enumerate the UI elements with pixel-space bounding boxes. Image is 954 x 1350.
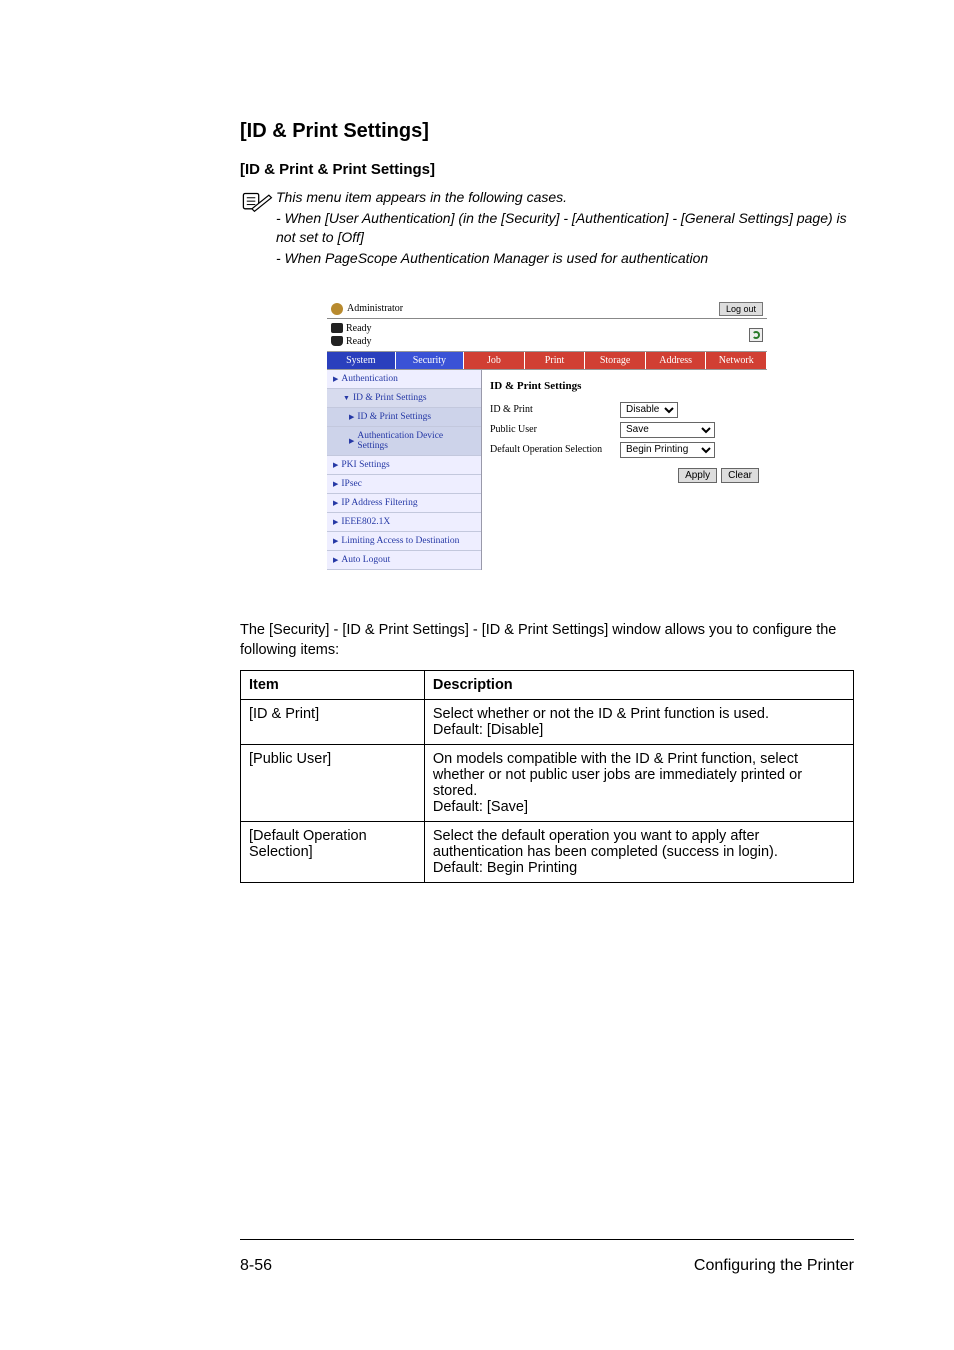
note-line: This menu item appears in the following … xyxy=(276,188,854,207)
th-description: Description xyxy=(424,671,853,700)
sidebar-item-pki-settings[interactable]: PKI Settings xyxy=(327,456,481,475)
sidebar-item-authentication[interactable]: Authentication xyxy=(327,370,481,389)
note-line: - When PageScope Authentication Manager … xyxy=(276,249,854,268)
sidebar-item-limiting-access[interactable]: Limiting Access to Destination xyxy=(327,532,481,551)
apply-button[interactable]: Apply xyxy=(678,468,717,483)
cell-desc: On models compatible with the ID & Print… xyxy=(424,745,853,822)
clear-button[interactable]: Clear xyxy=(721,468,759,483)
logout-button[interactable]: Log out xyxy=(719,302,763,316)
select-public-user[interactable]: Save xyxy=(620,422,715,438)
sidebar-item-ieee8021x[interactable]: IEEE802.1X xyxy=(327,513,481,532)
header-user-label: Administrator xyxy=(347,303,403,314)
tab-network[interactable]: Network xyxy=(706,352,767,369)
cell-desc: Select the default operation you want to… xyxy=(424,822,853,883)
table-row: [ID & Print] Select whether or not the I… xyxy=(241,700,854,745)
note-text: This menu item appears in the following … xyxy=(276,188,854,270)
select-default-op[interactable]: Begin Printing xyxy=(620,442,715,458)
select-idprint[interactable]: Disable xyxy=(620,402,678,418)
status-text: Ready xyxy=(346,335,372,348)
status-text: Ready xyxy=(346,322,372,335)
cell-desc: Select whether or not the ID & Print fun… xyxy=(424,700,853,745)
sidebar-item-id-print-settings[interactable]: ID & Print Settings xyxy=(327,408,481,427)
footer-section-name: Configuring the Printer xyxy=(694,1257,854,1275)
tab-storage[interactable]: Storage xyxy=(585,352,646,369)
pane-title: ID & Print Settings xyxy=(490,380,759,392)
tab-bar: System Security Job Print Storage Addres… xyxy=(327,351,767,370)
note-line: - When [User Authentication] (in the [Se… xyxy=(276,209,854,247)
sidebar-item-auth-device-settings[interactable]: Authentication Device Settings xyxy=(327,427,481,456)
note-block: This menu item appears in the following … xyxy=(240,188,854,270)
tab-address[interactable]: Address xyxy=(646,352,707,369)
table-row: [Default Operation Selection] Select the… xyxy=(241,822,854,883)
th-item: Item xyxy=(241,671,425,700)
tab-security[interactable]: Security xyxy=(396,352,465,369)
sidebar-item-auto-logout[interactable]: Auto Logout xyxy=(327,551,481,570)
page-number: 8-56 xyxy=(240,1257,272,1275)
sidebar-item-ip-filtering[interactable]: IP Address Filtering xyxy=(327,494,481,513)
note-icon xyxy=(240,188,276,219)
sidebar: Authentication ID & Print Settings ID & … xyxy=(327,370,482,570)
tab-print[interactable]: Print xyxy=(525,352,586,369)
content-pane: ID & Print Settings ID & Print Disable P… xyxy=(482,370,767,570)
cell-item: [Public User] xyxy=(241,745,425,822)
cell-item: [Default Operation Selection] xyxy=(241,822,425,883)
tab-job[interactable]: Job xyxy=(464,352,525,369)
footer-divider xyxy=(240,1239,854,1240)
form-label-default-op: Default Operation Selection xyxy=(490,444,610,455)
description-table: Item Description [ID & Print] Select whe… xyxy=(240,670,854,883)
sidebar-item-id-print-settings-group[interactable]: ID & Print Settings xyxy=(327,389,481,408)
app-screenshot: Administrator Log out Ready Ready System… xyxy=(327,300,767,570)
toner-icon xyxy=(331,336,343,346)
refresh-icon[interactable] xyxy=(749,328,763,342)
form-label-public-user: Public User xyxy=(490,424,610,435)
printer-icon xyxy=(331,323,343,333)
body-text: The [Security] - [ID & Print Settings] -… xyxy=(240,620,854,661)
form-label-idprint: ID & Print xyxy=(490,404,610,415)
section-subtitle: [ID & Print & Print Settings] xyxy=(240,161,854,178)
table-row: [Public User] On models compatible with … xyxy=(241,745,854,822)
admin-icon xyxy=(331,303,343,315)
tab-system[interactable]: System xyxy=(327,352,396,369)
sidebar-item-ipsec[interactable]: IPsec xyxy=(327,475,481,494)
cell-item: [ID & Print] xyxy=(241,700,425,745)
section-title: [ID & Print Settings] xyxy=(240,120,854,143)
